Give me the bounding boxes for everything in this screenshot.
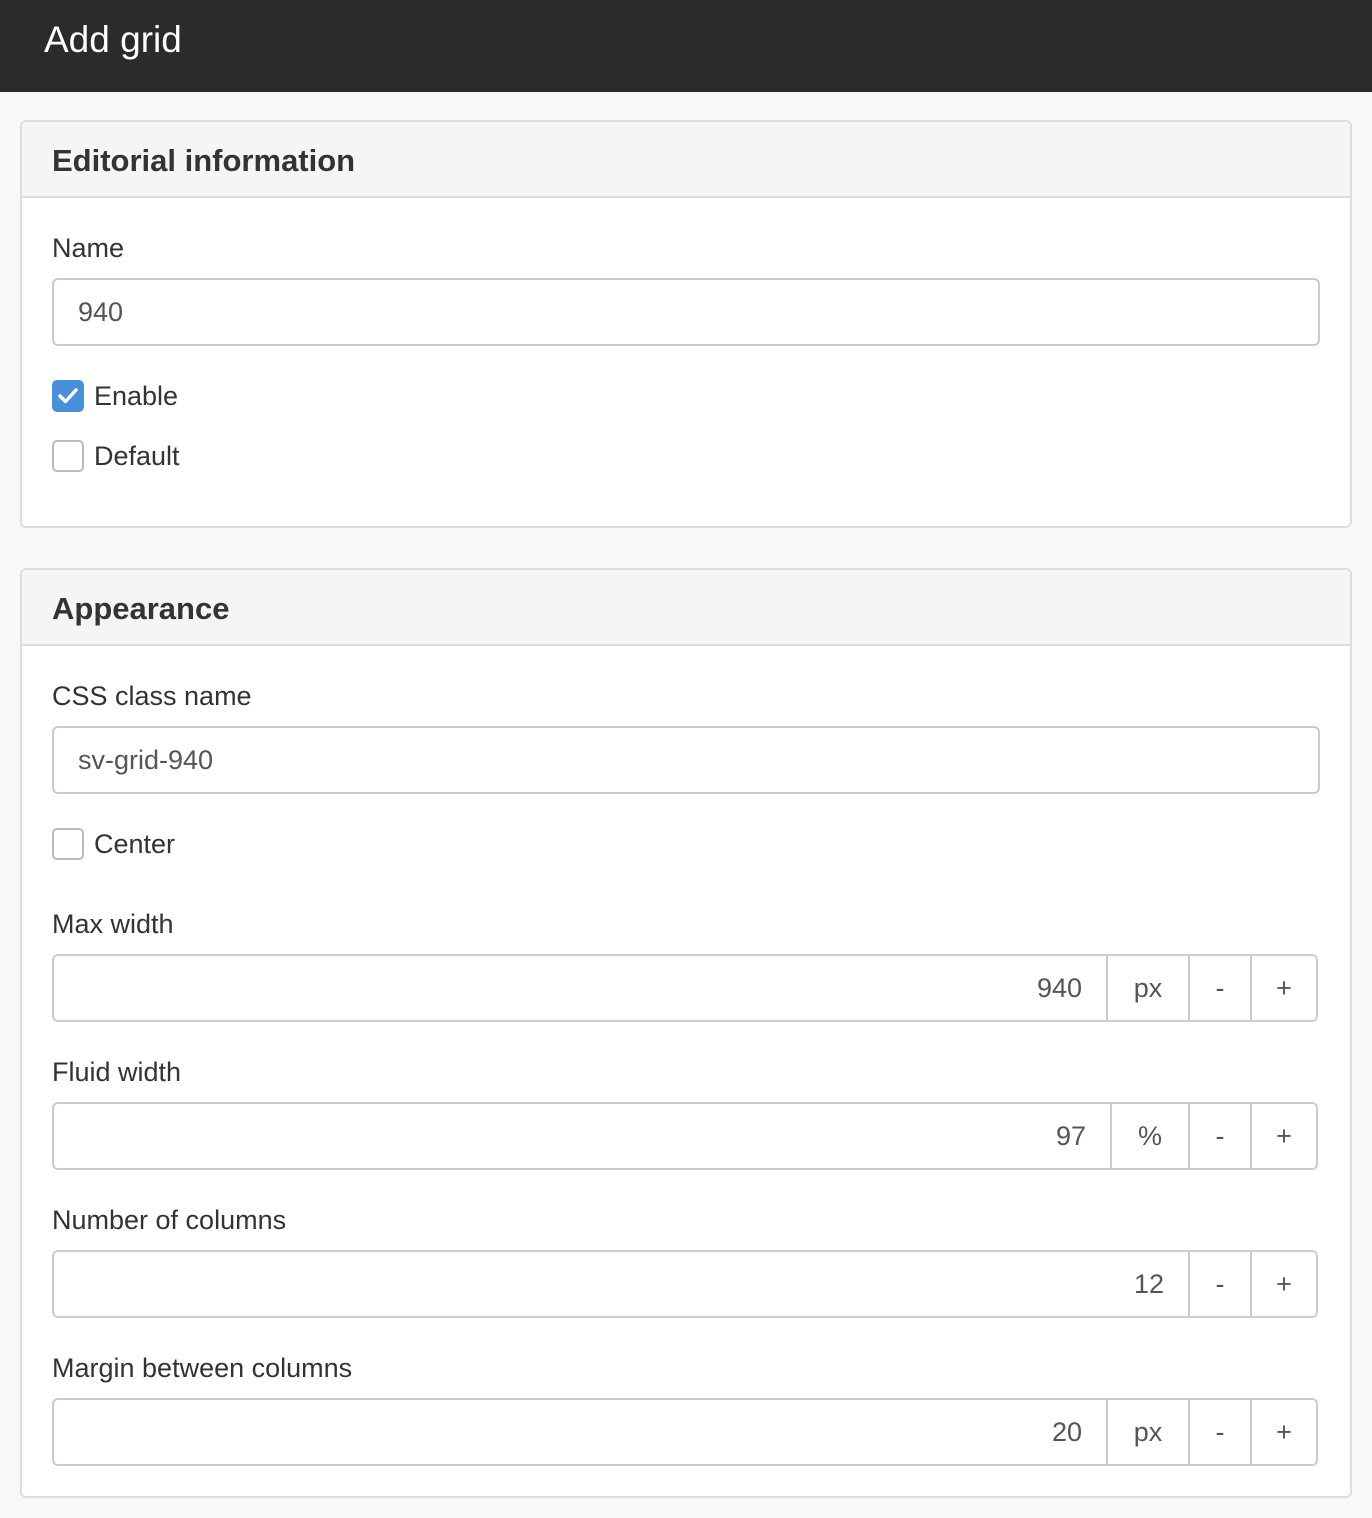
css-class-label: CSS class name [52, 681, 252, 711]
checkmark-icon [58, 388, 78, 404]
fluid-width-input[interactable]: 97 [54, 1104, 1110, 1168]
fluid-width-decrement-button[interactable]: - [1188, 1104, 1250, 1168]
columns-input[interactable]: 12 [54, 1252, 1188, 1316]
max-width-input-group: 940 px - + [52, 954, 1318, 1022]
margin-input[interactable]: 20 [54, 1400, 1106, 1464]
css-class-input-value: sv-grid-940 [78, 745, 214, 775]
editorial-panel: Editorial information Name 940 Enable De… [20, 120, 1352, 528]
max-width-increment-button[interactable]: + [1250, 956, 1316, 1020]
css-class-input[interactable]: sv-grid-940 [52, 726, 1320, 794]
margin-input-group: 20 px - + [52, 1398, 1318, 1466]
margin-label: Margin between columns [52, 1353, 353, 1383]
margin-decrement-button[interactable]: - [1188, 1400, 1250, 1464]
columns-decrement-button[interactable]: - [1188, 1252, 1250, 1316]
center-label[interactable]: Center [94, 828, 175, 860]
max-width-unit: px [1106, 956, 1188, 1020]
margin-increment-button[interactable]: + [1250, 1400, 1316, 1464]
name-input-value: 940 [78, 297, 124, 327]
default-checkbox[interactable] [52, 440, 84, 472]
default-label[interactable]: Default [94, 440, 180, 472]
columns-label: Number of columns [52, 1205, 287, 1235]
center-checkbox[interactable] [52, 828, 84, 860]
enable-label[interactable]: Enable [94, 380, 178, 412]
columns-increment-button[interactable]: + [1250, 1252, 1316, 1316]
page-title: Add grid [44, 19, 182, 60]
appearance-panel-heading: Appearance [22, 570, 1350, 646]
margin-unit: px [1106, 1400, 1188, 1464]
fluid-width-increment-button[interactable]: + [1250, 1104, 1316, 1168]
fluid-width-input-group: 97 % - + [52, 1102, 1318, 1170]
fluid-width-label: Fluid width [52, 1057, 182, 1087]
appearance-heading: Appearance [52, 591, 230, 626]
columns-input-group: 12 - + [52, 1250, 1318, 1318]
appearance-panel: Appearance CSS class name sv-grid-940 Ce… [20, 568, 1352, 1498]
enable-checkbox[interactable] [52, 380, 84, 412]
max-width-input[interactable]: 940 [54, 956, 1106, 1020]
fluid-width-unit: % [1110, 1104, 1188, 1168]
top-bar: Add grid [0, 0, 1372, 92]
name-input[interactable]: 940 [52, 278, 1320, 346]
editorial-heading: Editorial information [52, 143, 356, 178]
editorial-panel-heading: Editorial information [22, 122, 1350, 198]
max-width-decrement-button[interactable]: - [1188, 956, 1250, 1020]
name-label: Name [52, 233, 125, 263]
max-width-label: Max width [52, 909, 174, 939]
